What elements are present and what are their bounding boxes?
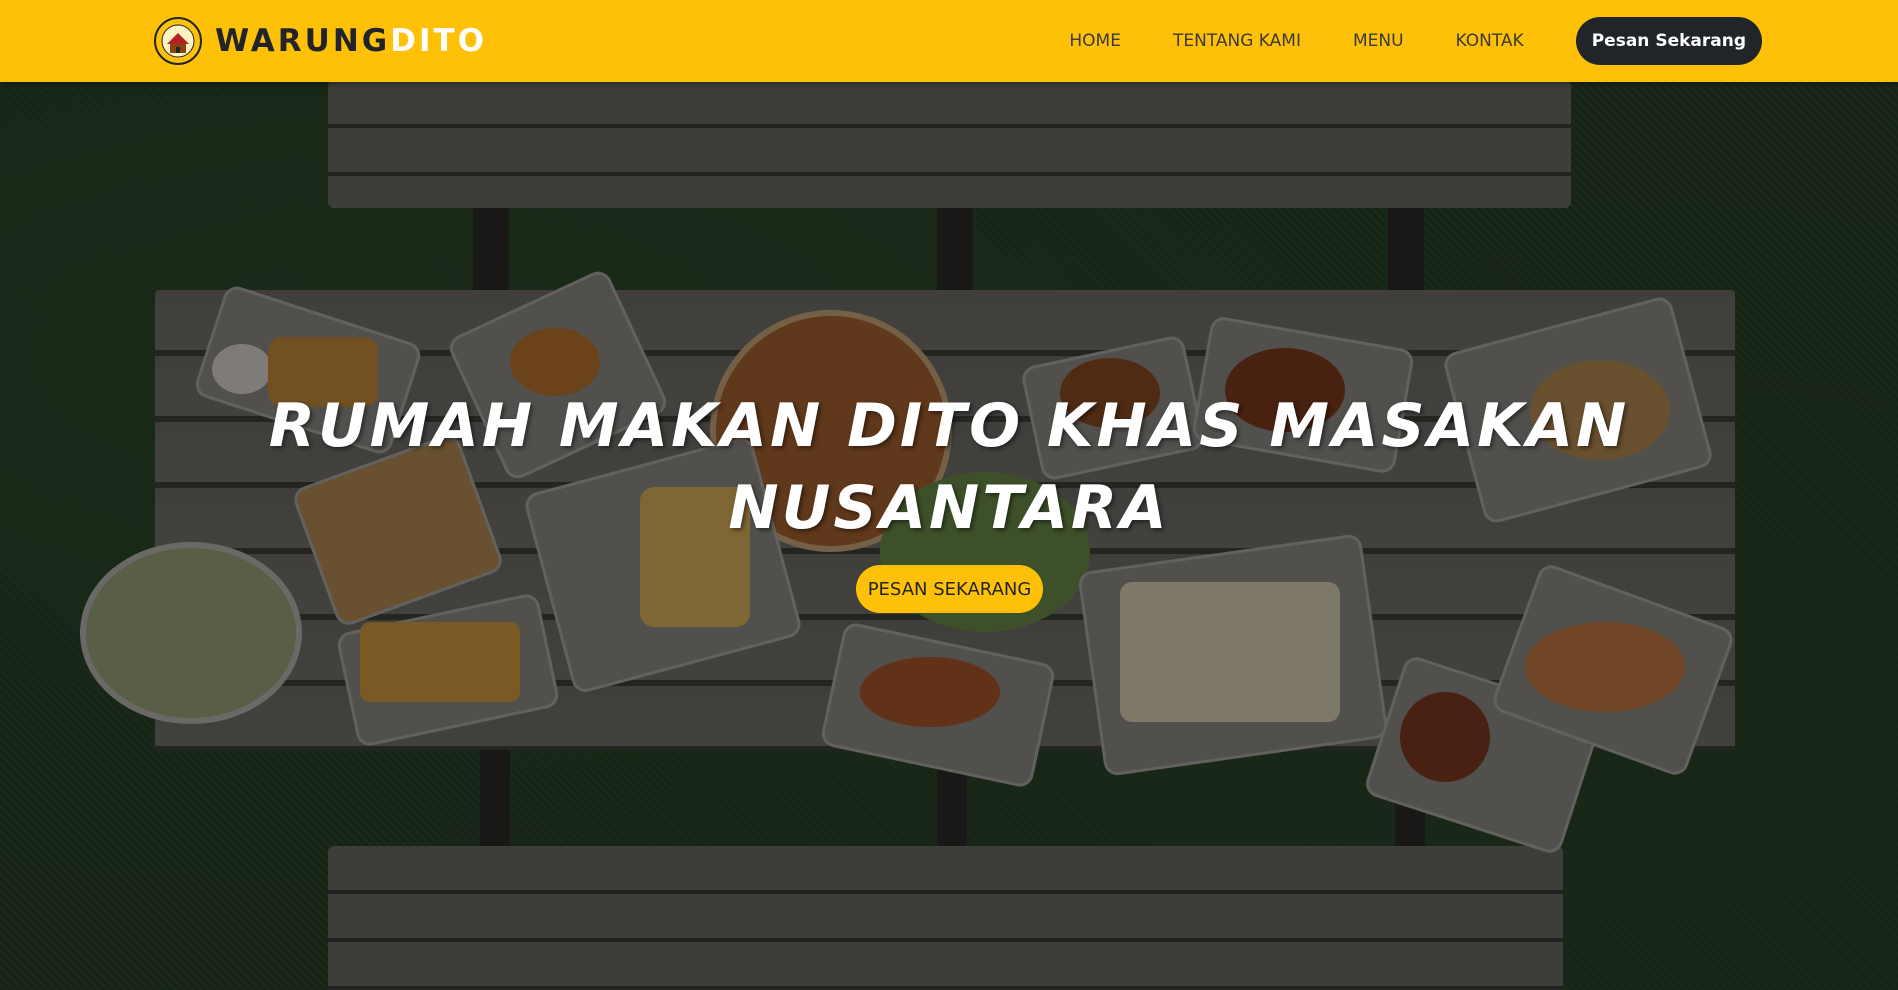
nav-home[interactable]: HOME: [1069, 31, 1121, 51]
nav-menu[interactable]: MENU: [1353, 31, 1404, 51]
brand-name: WARUNGDITO: [215, 23, 487, 59]
hero-title: RUMAH MAKAN DITO KHAS MASAKAN NUSANTARA: [268, 391, 1630, 543]
hero-order-button[interactable]: PESAN SEKARANG: [856, 565, 1043, 613]
order-now-button[interactable]: Pesan Sekarang: [1575, 17, 1762, 65]
restaurant-logo-icon: [154, 17, 202, 65]
brand-name-part2: DITO: [390, 23, 487, 59]
nav-links: HOME TENTANG KAMI MENU KONTAK Pesan Seka…: [1069, 16, 1762, 66]
brand-name-part1: WARUNG: [215, 23, 391, 59]
brand-link[interactable]: WARUNGDITO: [153, 15, 487, 67]
navbar: WARUNGDITO HOME TENTANG KAMI MENU KONTAK…: [0, 0, 1898, 82]
nav-tentang-kami[interactable]: TENTANG KAMI: [1173, 31, 1301, 51]
hero-section: RUMAH MAKAN DITO KHAS MASAKAN NUSANTARA …: [0, 82, 1898, 990]
nav-kontak[interactable]: KONTAK: [1456, 31, 1524, 51]
